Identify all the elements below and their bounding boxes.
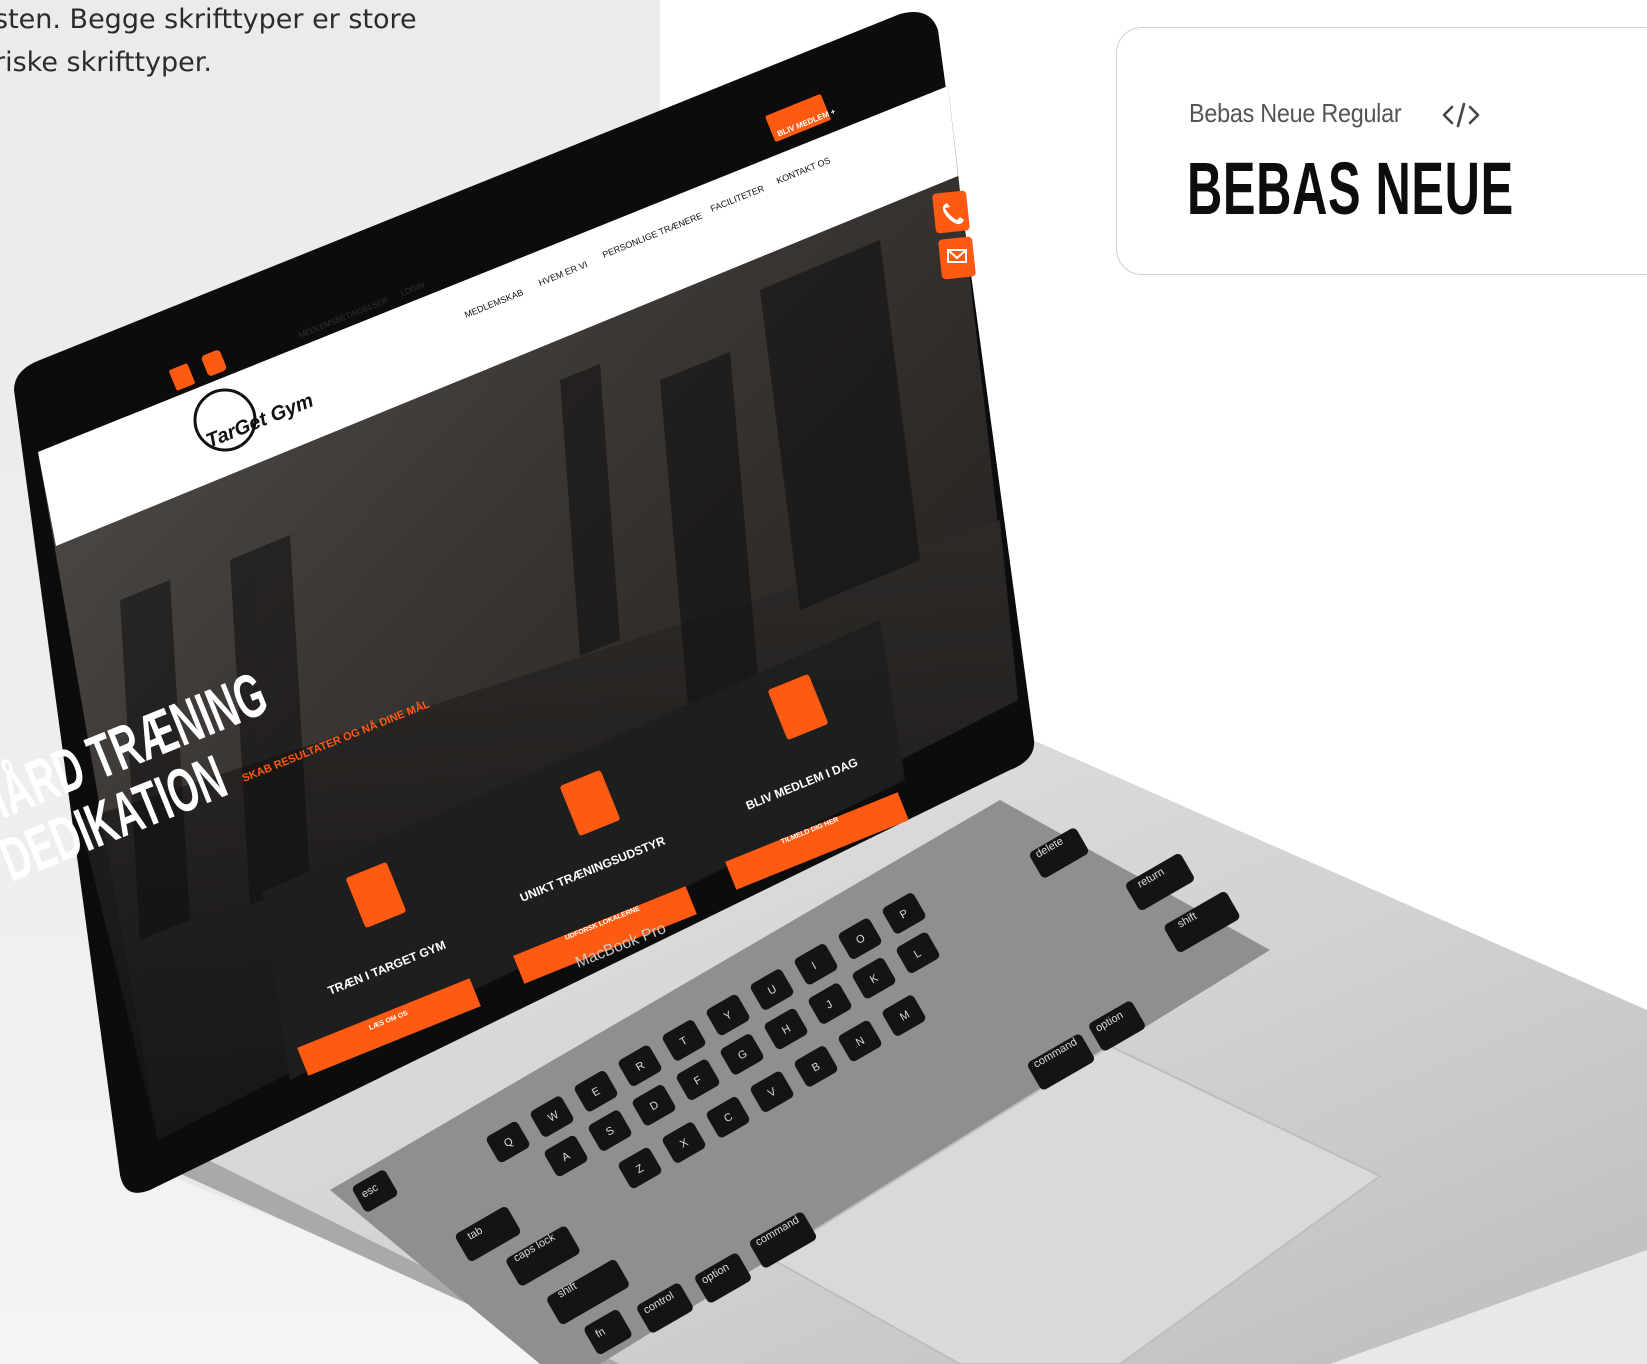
laptop-illustration: BLIV MEDLEM + TarGet Gym MEDLEMSBETINGEL… [0, 12, 1647, 1364]
phone-icon[interactable] [932, 190, 970, 234]
laptop-mockup: BLIV MEDLEM + TarGet Gym MEDLEMSBETINGEL… [0, 0, 1647, 1364]
